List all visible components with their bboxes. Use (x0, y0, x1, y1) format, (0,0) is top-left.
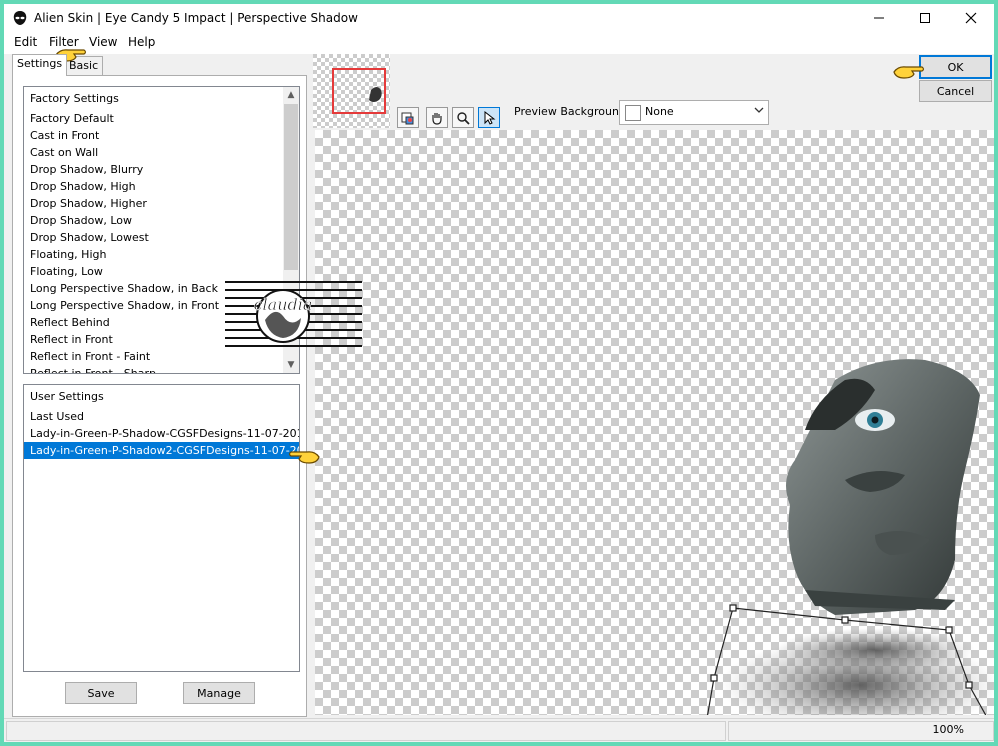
user-setting-item[interactable]: Lady-in-Green-P-Shadow-CGSFDesigns-11-07… (24, 425, 299, 442)
factory-setting-item[interactable]: Reflect in Front - Sharp (24, 365, 299, 373)
watermark-logo: claudia (225, 276, 362, 348)
factory-setting-item[interactable]: Floating, High (24, 246, 299, 263)
zoom-tool-button[interactable] (452, 107, 474, 128)
user-setting-item[interactable]: Lady-in-Green-P-Shadow2-CGSFDesigns-11-0… (24, 442, 299, 459)
preview-canvas[interactable] (315, 130, 994, 715)
chevron-down-icon (754, 105, 764, 118)
menu-edit[interactable]: Edit (14, 35, 37, 49)
user-settings-items: Last Used Lady-in-Green-P-Shadow-CGSFDesi… (24, 408, 299, 459)
factory-setting-item[interactable]: Drop Shadow, Lowest (24, 229, 299, 246)
maximize-icon (920, 13, 930, 23)
save-button[interactable]: Save (65, 682, 137, 704)
factory-setting-item[interactable]: Drop Shadow, Higher (24, 195, 299, 212)
settings-panel: Factory Settings Factory Default Cast in … (12, 75, 307, 717)
user-settings-list[interactable]: User Settings Last Used Lady-in-Green-P-S… (23, 384, 300, 672)
scroll-thumb[interactable] (284, 104, 298, 270)
user-setting-item[interactable]: Last Used (24, 408, 299, 425)
window-title: Alien Skin | Eye Candy 5 Impact | Perspe… (34, 11, 358, 25)
cancel-button[interactable]: Cancel (919, 80, 992, 102)
preview-background-value: None (645, 105, 674, 118)
tab-settings[interactable]: Settings (12, 54, 68, 76)
scroll-up-icon[interactable]: ▲ (283, 87, 299, 103)
preview-toggle-icon (401, 112, 414, 124)
scroll-down-icon[interactable]: ▼ (283, 357, 299, 373)
close-button[interactable] (948, 4, 994, 32)
zoom-icon (457, 111, 470, 125)
pointing-hand-icon (288, 451, 320, 464)
hand-icon (432, 112, 442, 125)
factory-setting-item[interactable]: Cast on Wall (24, 144, 299, 161)
pointer-tool-button[interactable] (478, 107, 500, 128)
factory-setting-item[interactable]: Reflect in Front - Faint (24, 348, 299, 365)
minimize-icon (874, 17, 884, 19)
app-window: Alien Skin | Eye Candy 5 Impact | Perspe… (4, 4, 994, 742)
maximize-button[interactable] (902, 4, 948, 32)
menu-help[interactable]: Help (128, 35, 155, 49)
alien-skin-icon (13, 11, 27, 25)
pointer-icon (484, 110, 496, 125)
preview-background-label: Preview Background: (514, 105, 630, 118)
minimize-button[interactable] (856, 4, 902, 32)
factory-settings-header: Factory Settings (30, 92, 119, 105)
title-bar: Alien Skin | Eye Candy 5 Impact | Perspe… (4, 4, 994, 32)
factory-setting-item[interactable]: Drop Shadow, Low (24, 212, 299, 229)
close-icon (965, 12, 977, 24)
factory-setting-item[interactable]: Drop Shadow, Blurry (24, 161, 299, 178)
preview-toggle-button[interactable] (397, 107, 419, 128)
status-bar: 100% (4, 718, 994, 742)
manage-button[interactable]: Manage (183, 682, 255, 704)
menu-bar: Edit Filter View Help (4, 32, 994, 54)
status-message (6, 721, 726, 741)
user-settings-header: User Settings (30, 390, 104, 403)
navigator-view-frame[interactable] (332, 68, 386, 114)
preview-image (706, 359, 994, 715)
zoom-level: 100% (932, 723, 964, 736)
pointing-hand-icon (893, 66, 925, 79)
factory-setting-item[interactable]: Cast in Front (24, 127, 299, 144)
svg-text:claudia: claudia (254, 295, 313, 314)
ok-button[interactable]: OK (919, 55, 992, 79)
navigator-thumbnail[interactable] (313, 54, 390, 128)
background-swatch (625, 105, 641, 121)
factory-setting-item[interactable]: Drop Shadow, High (24, 178, 299, 195)
menu-view[interactable]: View (89, 35, 117, 49)
factory-setting-item[interactable]: Factory Default (24, 110, 299, 127)
hand-tool-button[interactable] (426, 107, 448, 128)
preview-background-select[interactable]: None (619, 100, 769, 125)
